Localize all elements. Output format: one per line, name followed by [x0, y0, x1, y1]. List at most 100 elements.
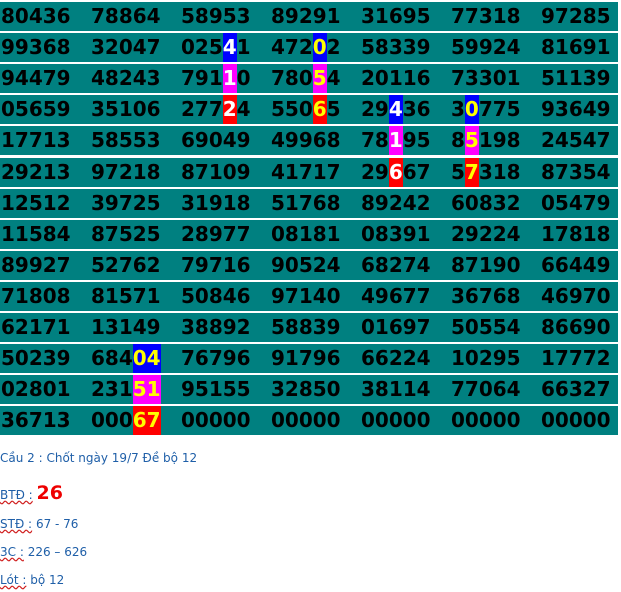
number-cell: 62171	[1, 313, 89, 342]
digit-run: 11584	[1, 222, 71, 246]
number-cell: 68404	[91, 344, 179, 373]
number-cell: 51768	[271, 189, 359, 218]
digit-run: 231	[91, 377, 133, 401]
number-cell: 78054	[271, 64, 359, 93]
number-cell: 35106	[91, 95, 179, 124]
number-cell: 32850	[271, 375, 359, 404]
digit-run: 77064	[451, 377, 521, 401]
digit-run: 35106	[91, 97, 161, 121]
number-cell: 00000	[361, 406, 449, 435]
number-cell: 95155	[181, 375, 269, 404]
number-cell: 79110	[181, 64, 269, 93]
number-cell: 29436	[361, 95, 449, 124]
number-cell: 02801	[1, 375, 89, 404]
digit-run: 81571	[91, 284, 161, 308]
number-cell: 02541	[181, 33, 269, 62]
digit-run: 89242	[361, 191, 431, 215]
digit-run: 12512	[1, 191, 71, 215]
number-cell: 57318	[451, 158, 539, 187]
number-cell: 28977	[181, 220, 269, 249]
number-cell: 58553	[91, 126, 179, 155]
digit-run: 3	[451, 97, 465, 121]
lot-label: Lót :	[0, 573, 27, 587]
digit-run: 66449	[541, 253, 611, 277]
digit-run: 775	[478, 97, 521, 121]
number-cell: 73301	[451, 64, 539, 93]
number-cell: 89927	[1, 251, 89, 280]
digit-run: 17772	[541, 346, 611, 370]
digit-run: 025	[181, 35, 223, 59]
digit-run: 41717	[271, 160, 341, 184]
grid-row: 11584 87525 28977 08181 08391 29224 17818	[0, 220, 618, 249]
digit-run: 58553	[91, 128, 161, 152]
number-cell: 29224	[451, 220, 539, 249]
number-cell: 94479	[1, 64, 89, 93]
digit-run: 59924	[451, 35, 521, 59]
std-value: 67 - 76	[35, 517, 79, 531]
grid-row: 50239 68404 76796 91796 66224 10295 17772	[0, 344, 618, 373]
digit-run: 29	[361, 97, 389, 121]
digit-run: 791	[181, 66, 223, 90]
highlighted-digit: 1	[388, 126, 403, 155]
digit-run: 32047	[91, 35, 161, 59]
number-cell: 80436	[1, 2, 89, 31]
number-cell: 66327	[541, 375, 621, 404]
number-cell: 39725	[91, 189, 179, 218]
number-cell: 89291	[271, 2, 359, 31]
digit-run: 95	[402, 128, 431, 152]
number-cell: 50239	[1, 344, 89, 373]
digit-run: 94479	[1, 66, 71, 90]
digit-run: 36768	[451, 284, 521, 308]
number-cell: 78195	[361, 126, 449, 155]
digit-run: 77318	[451, 4, 521, 28]
number-cell: 17713	[1, 126, 89, 155]
digit-run: 80436	[1, 4, 71, 28]
digit-run: 87190	[451, 253, 521, 277]
number-cell: 36768	[451, 282, 539, 311]
number-cell: 00000	[541, 406, 621, 435]
grid-row: 05659 35106 27724 55065 29436 30775 93649	[0, 95, 618, 124]
digit-run: 8	[451, 128, 465, 152]
highlighted-digit: 5	[464, 126, 479, 155]
btd-label: BTĐ :	[0, 488, 33, 502]
number-cell: 89242	[361, 189, 449, 218]
digit-run: 28977	[181, 222, 251, 246]
digit-run: 97218	[91, 160, 161, 184]
number-cell: 52762	[91, 251, 179, 280]
number-cell: 00000	[181, 406, 269, 435]
number-cell: 86690	[541, 313, 621, 342]
grid-row: 02801 23151 95155 32850 38114 77064 66327	[0, 375, 618, 404]
number-cell: 46970	[541, 282, 621, 311]
digit-run: 50239	[1, 346, 71, 370]
number-cell: 05479	[541, 189, 621, 218]
digit-run: 1	[236, 35, 251, 59]
number-cell: 71808	[1, 282, 89, 311]
number-cell: 05659	[1, 95, 89, 124]
lot-value: bộ 12	[30, 573, 65, 587]
std-note: STĐ : 67 - 76	[0, 517, 78, 531]
highlighted-digit: 4	[222, 33, 237, 62]
number-cell: 29667	[361, 158, 449, 187]
digit-run: 5	[326, 97, 341, 121]
number-cell: 49968	[271, 126, 359, 155]
grid-row: 17713 58553 69049 49968 78195 85198 24547	[0, 126, 618, 155]
cau-note: Cầu 2 : Chốt ngày 19/7 Đề bộ 12	[0, 451, 197, 465]
digit-run: 13149	[91, 315, 161, 339]
number-cell: 66449	[541, 251, 621, 280]
digit-run: 89927	[1, 253, 71, 277]
digit-run: 29224	[451, 222, 521, 246]
digit-run: 32850	[271, 377, 341, 401]
number-cell: 50554	[451, 313, 539, 342]
digit-run: 29213	[1, 160, 71, 184]
digit-run: 550	[271, 97, 313, 121]
highlighted-digit: 0	[312, 33, 327, 62]
digit-run: 198	[478, 128, 521, 152]
digit-run: 38892	[181, 315, 251, 339]
digit-run: 00000	[361, 408, 431, 432]
number-cell: 93649	[541, 95, 621, 124]
digit-run: 00000	[451, 408, 521, 432]
number-cell: 36713	[1, 406, 89, 435]
digit-run: 38114	[361, 377, 431, 401]
number-cell: 90524	[271, 251, 359, 280]
digit-run: 24547	[541, 128, 611, 152]
